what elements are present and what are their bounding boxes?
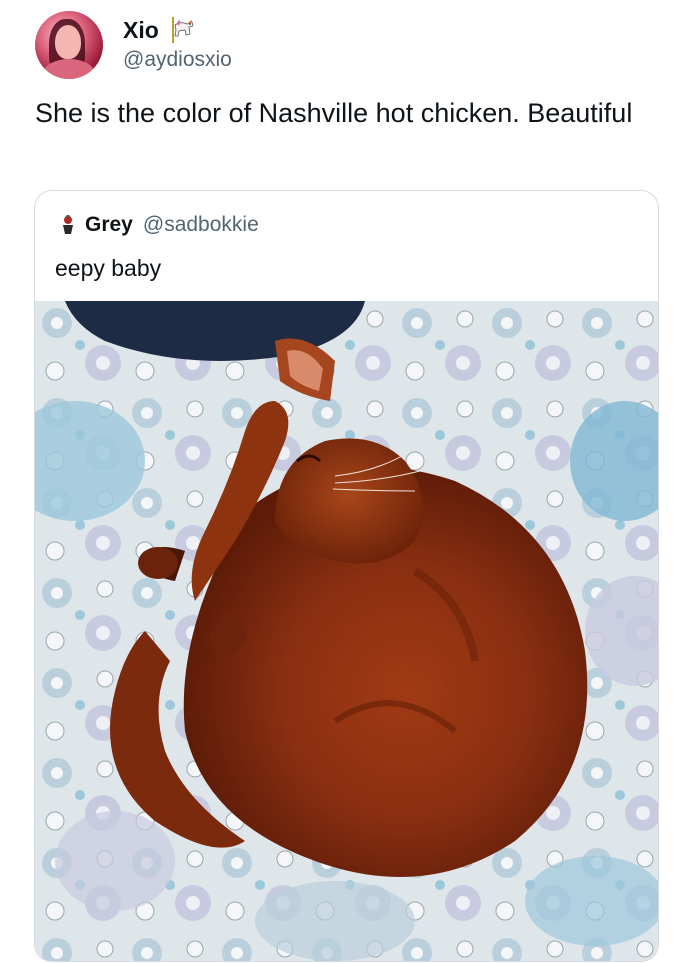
cat-photo-graphic: [35, 301, 658, 961]
author-name-row: Xio: [123, 14, 197, 46]
quoted-handle[interactable]: @sadbokkie: [143, 213, 259, 237]
grey-avatar-icon[interactable]: [59, 213, 77, 235]
quoted-tweet[interactable]: Grey @sadbokkie eepy baby: [34, 190, 659, 962]
tweet: Xio @aydiosxio She is the color of Nashv…: [0, 0, 683, 963]
author-display-name[interactable]: Xio: [123, 17, 159, 44]
carousel-horse-icon: [167, 17, 197, 43]
quoted-display-name[interactable]: Grey: [85, 213, 133, 237]
cat-photo[interactable]: [35, 301, 658, 961]
author-avatar[interactable]: [35, 11, 103, 79]
author-handle[interactable]: @aydiosxio: [123, 48, 232, 72]
tweet-text: She is the color of Nashville hot chicke…: [35, 98, 633, 128]
quoted-tweet-header: Grey @sadbokkie: [59, 213, 259, 237]
quoted-tweet-text: eepy baby: [55, 255, 162, 281]
